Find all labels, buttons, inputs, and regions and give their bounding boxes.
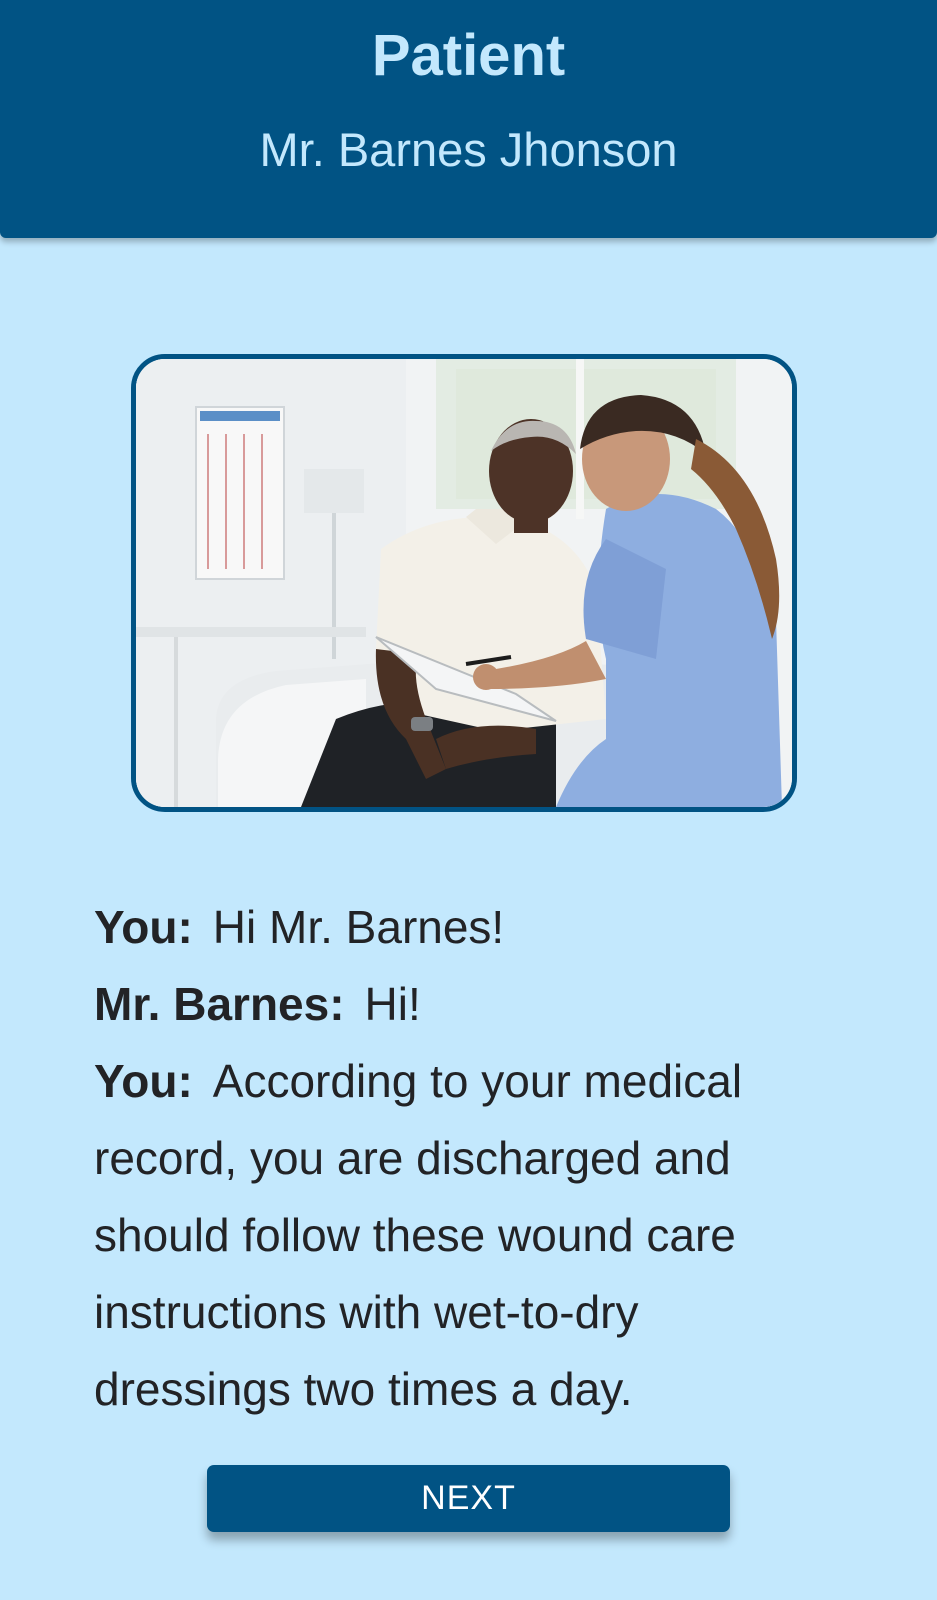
patient-name: Mr. Barnes Jhonson	[259, 123, 678, 176]
clinic-photo	[131, 354, 797, 812]
speaker-label: You:	[94, 901, 193, 953]
dialogue-line: You: Hi Mr. Barnes!	[94, 889, 814, 966]
dialogue-text: Hi Mr. Barnes!	[212, 901, 505, 953]
header-title: Patient	[371, 23, 566, 88]
dialogue-text: Hi!	[364, 978, 421, 1030]
speaker-label: You:	[94, 1055, 193, 1107]
patient-header: Patient Mr. Barnes Jhonson	[0, 0, 937, 238]
dialogue-transcript: You: Hi Mr. Barnes! Mr. Barnes: Hi! You: Ac…	[94, 889, 814, 1428]
dialogue-line: Mr. Barnes: Hi!	[94, 966, 814, 1043]
dialogue-line: You: According to your medical record, yo…	[94, 1043, 814, 1428]
speaker-label: Mr. Barnes:	[94, 978, 345, 1030]
clinic-photo-image	[136, 359, 792, 807]
dialogue-text: According to your medical record, you ar…	[94, 1055, 743, 1415]
next-button[interactable]: NEXT	[207, 1465, 730, 1532]
